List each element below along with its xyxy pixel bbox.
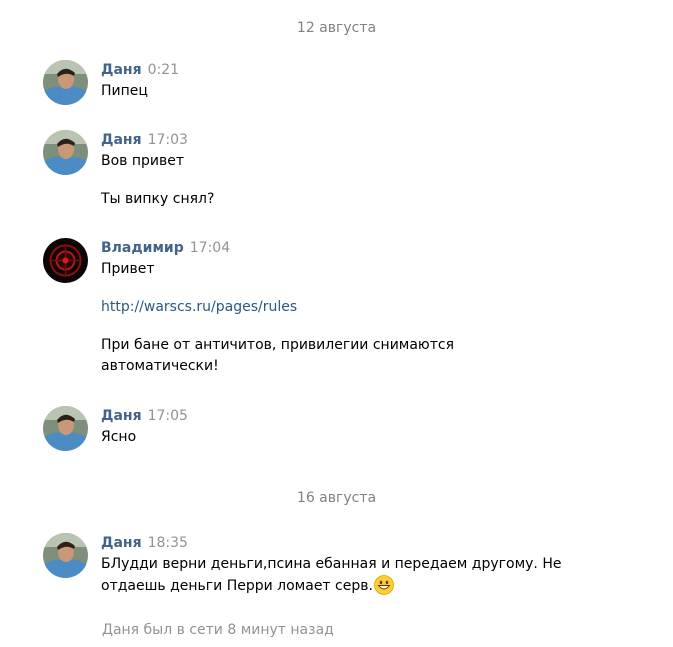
online-status: Даня был в сети 8 минут назад [102,622,334,638]
date-separator: 16 августа [296,490,377,506]
message-text: Ты випку снял? [101,191,215,207]
message-text: Привет [101,261,155,277]
boy-photo-avatar-icon [43,406,88,451]
boy-photo-avatar-icon [43,60,88,105]
message-time[interactable]: 18:35 [148,535,188,551]
grinning-face-emoji-icon [374,575,394,595]
message-text: БЛудди верни деньги,псина ебанная и пере… [101,556,562,594]
author-name[interactable]: Владимир [101,240,184,256]
message-link[interactable]: http://warscs.ru/pages/rules [101,297,621,318]
avatar[interactable] [43,130,88,175]
message-time[interactable]: 17:03 [148,132,188,148]
message-time[interactable]: 0:21 [148,62,179,78]
author-name[interactable]: Даня [101,408,142,424]
boy-photo-avatar-icon [43,533,88,578]
message-text: Ясно [101,429,137,445]
message-time[interactable]: 17:04 [190,240,230,256]
author-name[interactable]: Даня [101,132,142,148]
boy-photo-avatar-icon [43,130,88,175]
author-name[interactable]: Даня [101,62,142,78]
message-text: При бане от античитов, привилегии снимаю… [101,337,454,374]
author-name[interactable]: Даня [101,535,142,551]
avatar[interactable] [43,533,88,578]
date-separator: 12 августа [296,20,377,36]
dark-red-logo-avatar-icon [43,238,88,283]
message-text-with-emoji: БЛудди верни деньги,псина ебанная и пере… [101,554,581,597]
avatar[interactable] [43,406,88,451]
avatar[interactable] [43,238,88,283]
message-text: Пипец [101,83,148,99]
message-time[interactable]: 17:05 [148,408,188,424]
message-text: Вов привет [101,153,185,169]
avatar[interactable] [43,60,88,105]
